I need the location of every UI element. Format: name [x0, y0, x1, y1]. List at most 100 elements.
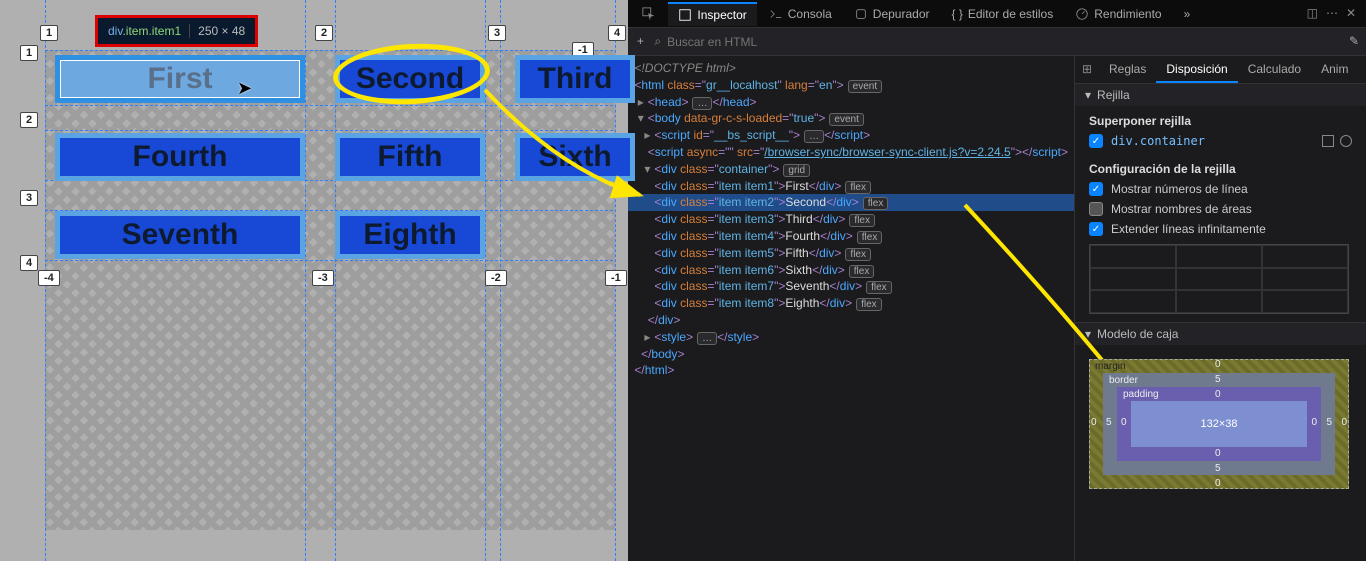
expand-toggle[interactable]: ▾: [638, 110, 648, 127]
subtab-rules[interactable]: Reglas: [1099, 56, 1156, 83]
grid-row-num: 1: [20, 45, 38, 61]
grid-col-num: 3: [488, 25, 506, 41]
tab-performance[interactable]: Rendimiento: [1065, 3, 1171, 25]
picker-icon: [642, 7, 656, 21]
grid-col-num-neg: -4: [38, 270, 60, 286]
sidebar-tab-toggle[interactable]: ⊞: [1075, 56, 1099, 83]
grid-settings-heading: Configuración de la rejilla: [1089, 162, 1352, 176]
subtab-computed[interactable]: Calculado: [1238, 56, 1311, 83]
flex-badge[interactable]: flex: [863, 197, 889, 210]
markup-node-selected[interactable]: <div class="item item2">Second</div>flex: [628, 194, 1074, 211]
rules-sidebar: ⊞ Reglas Disposición Calculado Anim ▾Rej…: [1074, 56, 1366, 561]
overlay-grid-heading: Superponer rejilla: [1089, 114, 1352, 128]
expand-toggle[interactable]: ▸: [638, 94, 648, 111]
tab-debugger[interactable]: Depurador: [844, 3, 940, 25]
element-tooltip: div.item.item1 250 × 48: [95, 15, 258, 47]
mini-grid-preview[interactable]: [1089, 244, 1349, 314]
grid-item[interactable]: Third: [515, 55, 635, 103]
grid-outline-icon[interactable]: [1322, 135, 1334, 147]
tooltip-selector: div.item.item1: [108, 24, 181, 38]
checkbox-extend-lines[interactable]: ✓: [1089, 222, 1103, 236]
flex-badge[interactable]: flex: [856, 298, 882, 311]
grid-item[interactable]: Sixth: [515, 133, 635, 181]
flex-badge[interactable]: flex: [857, 231, 883, 244]
flex-badge[interactable]: flex: [845, 181, 871, 194]
grid-item-label: Seventh: [122, 218, 239, 252]
mouse-cursor-icon: ➤: [237, 78, 252, 99]
grid-color-swatch[interactable]: [1340, 135, 1352, 147]
markup-tree[interactable]: <!DOCTYPE html> <html class="gr__localho…: [628, 56, 1074, 561]
grid-item[interactable]: Fourth: [55, 133, 305, 181]
expand-toggle[interactable]: ▸: [644, 127, 654, 144]
grid-badge[interactable]: grid: [783, 164, 810, 177]
event-badge[interactable]: event: [829, 113, 863, 126]
boxmodel-section-header[interactable]: ▾Modelo de caja: [1075, 322, 1366, 345]
option-label: Mostrar números de línea: [1111, 182, 1248, 196]
flex-badge[interactable]: flex: [849, 265, 875, 278]
grid-item[interactable]: Seventh: [55, 211, 305, 259]
grid-section-header[interactable]: ▾Rejilla: [1075, 84, 1366, 106]
page-viewport: 1 2 3 4 -4 -3 -2 -1 1 2 3 4 -1 First Sec…: [0, 0, 628, 561]
expand-toggle[interactable]: ▸: [644, 329, 654, 346]
markup-node[interactable]: <div class="item item8">Eighth</div>flex: [628, 295, 1074, 312]
option-label: Extender líneas infinitamente: [1111, 222, 1266, 236]
tabs-overflow[interactable]: »: [1174, 3, 1201, 25]
grid-col-num-neg: -3: [312, 270, 334, 286]
grid-row-num: 4: [20, 255, 38, 271]
close-devtools-icon[interactable]: ✕: [1346, 5, 1356, 22]
grid-row-num: 3: [20, 190, 38, 206]
markup-node[interactable]: <div class="item item4">Fourth</div>flex: [628, 228, 1074, 245]
search-icon: ⌕: [652, 33, 663, 50]
markup-node[interactable]: <div class="item item7">Seventh</div>fle…: [628, 278, 1074, 295]
markup-search-bar: + ⌕ ✎: [628, 28, 1366, 56]
tab-console[interactable]: Consola: [759, 3, 842, 25]
grid-col-num-neg: -2: [485, 270, 507, 286]
grid-item[interactable]: First: [55, 55, 305, 103]
grid-item[interactable]: Eighth: [335, 211, 485, 259]
subtab-animations[interactable]: Anim: [1311, 56, 1358, 83]
devtools-panel: Inspector Consola Depurador { }Editor de…: [628, 0, 1366, 561]
grid-item-label: First: [147, 62, 212, 96]
checkbox-line-numbers[interactable]: ✓: [1089, 182, 1103, 196]
doctype: <!DOCTYPE html>: [634, 61, 735, 75]
grid-item[interactable]: Fifth: [335, 133, 485, 181]
styleeditor-icon: { }: [951, 7, 962, 21]
grid-item-label: Fourth: [133, 140, 228, 174]
grid-overlay-options: [1322, 135, 1352, 147]
tooltip-dimensions: 250 × 48: [189, 24, 245, 38]
box-model-diagram[interactable]: 132×38 margin border padding 0 5 0 0 5 0…: [1089, 359, 1349, 489]
option-label: Mostrar nombres de áreas: [1111, 202, 1252, 216]
markup-node[interactable]: <div class="item item5">Fifth</div>flex: [628, 245, 1074, 262]
checkbox-area-names[interactable]: [1089, 202, 1103, 216]
grid-col-num-neg: -1: [605, 270, 627, 286]
tab-styleeditor[interactable]: { }Editor de estilos: [941, 3, 1063, 25]
pick-element-button[interactable]: [632, 3, 666, 25]
chevron-down-icon: ▾: [1085, 327, 1091, 341]
flex-badge[interactable]: flex: [849, 214, 875, 227]
markup-node[interactable]: <div class="item item1">First</div>flex: [628, 178, 1074, 195]
performance-icon: [1075, 7, 1089, 21]
grid-col-num: 1: [40, 25, 58, 41]
grid-item-label: Third: [538, 62, 613, 96]
markup-node[interactable]: <div class="item item6">Sixth</div>flex: [628, 262, 1074, 279]
flex-badge[interactable]: flex: [845, 248, 871, 261]
bm-border-label: border: [1109, 375, 1138, 386]
inspector-icon: [678, 8, 692, 22]
chevron-down-icon: ▾: [1085, 88, 1091, 102]
more-menu-icon[interactable]: ⋯: [1326, 5, 1338, 22]
tab-inspector[interactable]: Inspector: [668, 2, 756, 26]
add-element-button[interactable]: +: [628, 33, 652, 50]
flex-badge[interactable]: flex: [866, 281, 892, 294]
subtab-layout[interactable]: Disposición: [1156, 56, 1237, 83]
edit-html-button[interactable]: ✎: [1342, 33, 1366, 50]
grid-item-label: Sixth: [538, 140, 611, 174]
grid-col-num: 4: [608, 25, 626, 41]
grid-overlay-checkbox[interactable]: ✓: [1089, 134, 1103, 148]
event-badge[interactable]: event: [848, 80, 882, 93]
bm-margin-label: margin: [1095, 361, 1126, 372]
bm-content-size: 132×38: [1200, 418, 1237, 430]
search-html-input[interactable]: [663, 31, 1342, 53]
expand-toggle[interactable]: ▾: [644, 161, 654, 178]
dock-side-icon[interactable]: ◫: [1307, 5, 1318, 22]
markup-node[interactable]: <div class="item item3">Third</div>flex: [628, 211, 1074, 228]
